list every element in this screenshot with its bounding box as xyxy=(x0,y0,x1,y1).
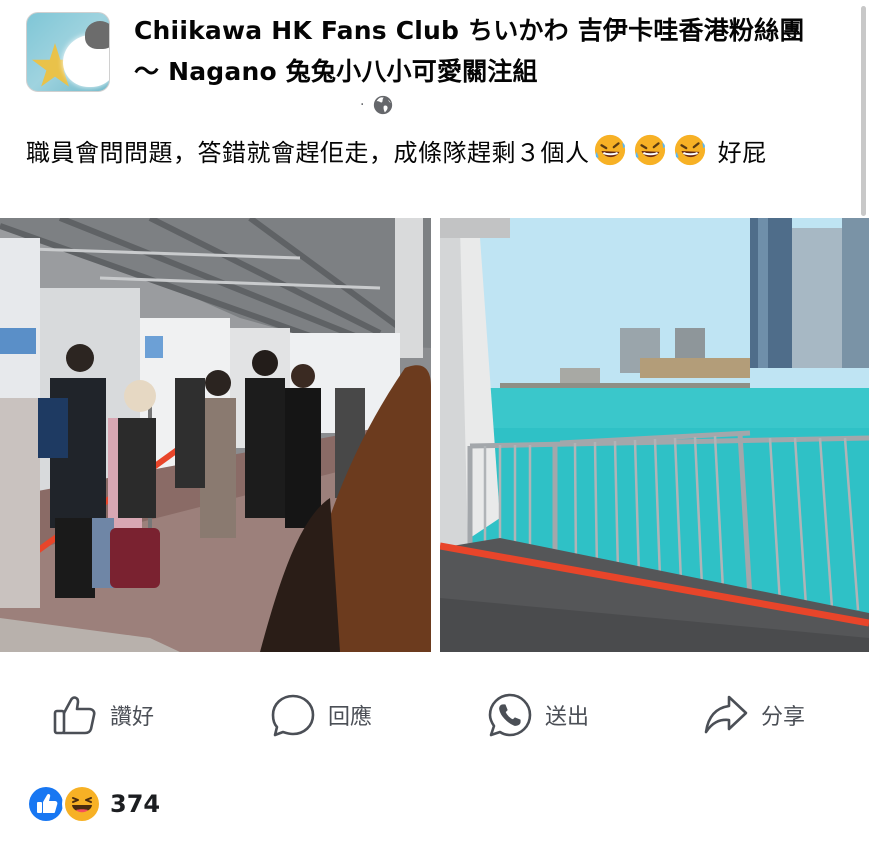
reaction-count: 374 xyxy=(110,790,161,818)
share-button[interactable]: 分享 xyxy=(703,690,805,740)
post-text: 職員會問問題，答錯就會趕佢走，成條隊趕剩３個人 好屁 xyxy=(26,133,851,172)
like-reaction-icon xyxy=(26,784,66,824)
reaction-summary[interactable]: 374 xyxy=(26,784,160,824)
comment-label: 回應 xyxy=(328,705,373,730)
thumbs-up-icon xyxy=(53,696,96,735)
globe-icon[interactable] xyxy=(372,94,394,116)
queue-scene-illustration xyxy=(0,218,431,652)
facebook-post: Chiikawa HK Fans Club ちいかわ 吉伊卡哇香港粉絲團～ Na… xyxy=(0,0,869,854)
post-text-main: 職員會問問題，答錯就會趕佢走，成條隊趕剩３個人 xyxy=(26,139,590,167)
page-avatar[interactable] xyxy=(26,12,110,92)
page-name[interactable]: Chiikawa HK Fans Club ちいかわ 吉伊卡哇香港粉絲團～ Na… xyxy=(134,10,824,92)
queue-walkway-photo[interactable] xyxy=(0,218,431,652)
post-text-tail: 好屁 xyxy=(709,139,767,167)
scrollbar[interactable] xyxy=(861,6,866,216)
speech-bubble-icon xyxy=(271,694,315,737)
meta-separator: · xyxy=(360,97,365,113)
send-button[interactable]: 送出 xyxy=(487,690,589,740)
like-button[interactable]: 讚好 xyxy=(52,690,154,740)
action-bar: 讚好 回應 送出 分享 xyxy=(0,690,869,740)
comment-button[interactable]: 回應 xyxy=(270,690,372,740)
haha-reaction-icon xyxy=(62,784,102,824)
avatar-figure-shape xyxy=(85,21,109,49)
send-label: 送出 xyxy=(545,705,590,730)
share-label: 分享 xyxy=(761,705,806,730)
share-arrow-icon xyxy=(704,695,748,734)
whatsapp-icon xyxy=(488,693,532,737)
harbour-railing-photo[interactable] xyxy=(440,218,869,652)
harbour-scene-illustration xyxy=(440,218,869,652)
rolling-laughing-emoji-icon xyxy=(634,134,665,166)
post-meta: · xyxy=(360,94,394,116)
rolling-laughing-emoji-icon xyxy=(674,134,705,166)
like-label: 讚好 xyxy=(110,705,155,730)
rolling-laughing-emoji-icon xyxy=(594,134,625,166)
